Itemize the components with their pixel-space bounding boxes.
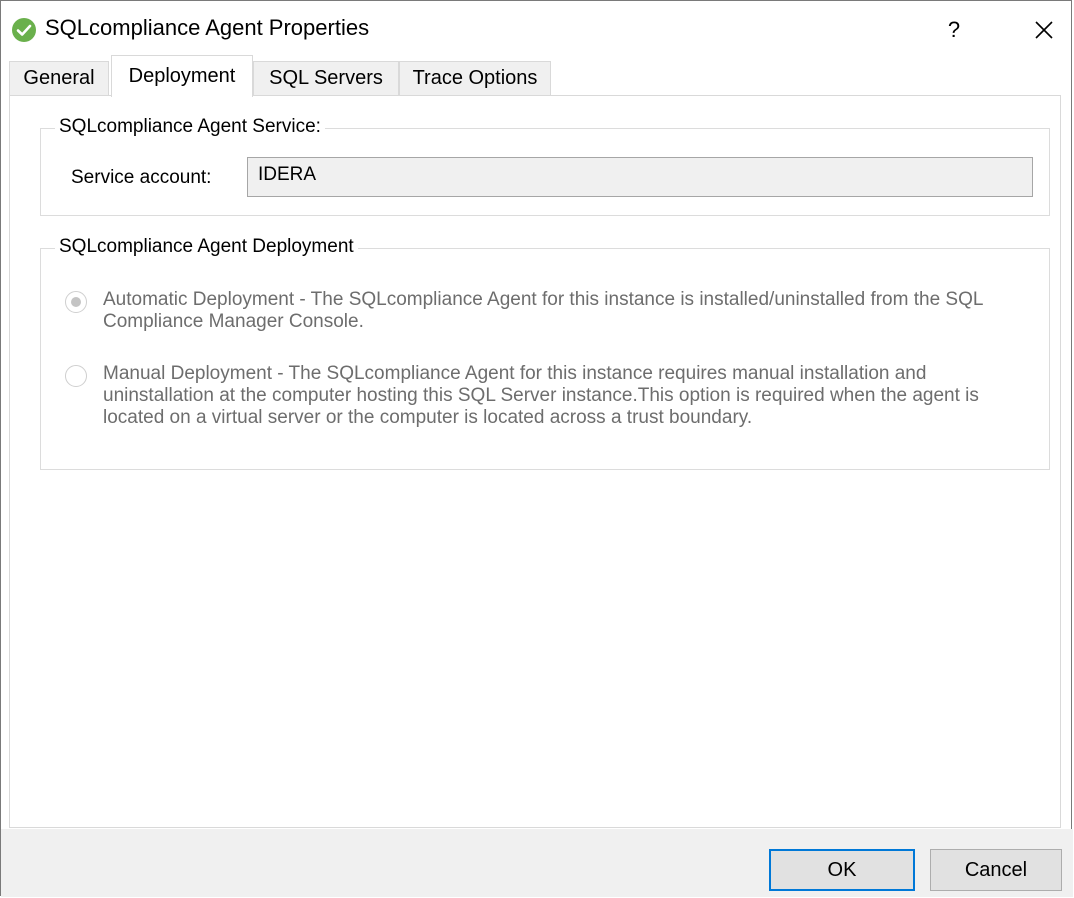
tab-sql-servers[interactable]: SQL Servers	[253, 61, 399, 95]
service-account-label: Service account:	[71, 167, 212, 188]
properties-dialog: SQLcompliance Agent Properties ? General…	[0, 0, 1073, 897]
tab-trace-options[interactable]: Trace Options	[399, 61, 551, 95]
deployment-group-legend: SQLcompliance Agent Deployment	[55, 236, 358, 258]
ok-button[interactable]: OK	[769, 849, 915, 891]
tab-strip: General Deployment SQL Servers Trace Opt…	[9, 55, 1063, 97]
tab-general[interactable]: General	[9, 61, 109, 95]
deployment-tab-page: SQLcompliance Agent Service: Service acc…	[9, 95, 1061, 828]
help-button[interactable]: ?	[931, 9, 977, 51]
check-circle-icon	[12, 18, 36, 42]
service-account-field[interactable]: IDERA	[247, 157, 1033, 197]
service-group: SQLcompliance Agent Service: Service acc…	[40, 116, 1050, 216]
automatic-deployment-option[interactable]: Automatic Deployment - The SQLcompliance…	[65, 289, 1025, 349]
tab-deployment[interactable]: Deployment	[111, 55, 253, 97]
automatic-deployment-radio[interactable]	[65, 291, 87, 313]
service-group-legend: SQLcompliance Agent Service:	[55, 116, 325, 138]
cancel-button[interactable]: Cancel	[930, 849, 1062, 891]
window-title: SQLcompliance Agent Properties	[45, 15, 370, 40]
manual-deployment-label: Manual Deployment - The SQLcompliance Ag…	[103, 363, 979, 428]
manual-deployment-option[interactable]: Manual Deployment - The SQLcompliance Ag…	[65, 363, 1025, 453]
deployment-group: SQLcompliance Agent Deployment Automatic…	[40, 236, 1050, 470]
close-button[interactable]	[1019, 9, 1069, 51]
manual-deployment-radio[interactable]	[65, 365, 87, 387]
automatic-deployment-label: Automatic Deployment - The SQLcompliance…	[103, 289, 983, 332]
close-icon	[1035, 21, 1053, 39]
dialog-footer: OK Cancel	[1, 829, 1073, 897]
title-bar: SQLcompliance Agent Properties ?	[1, 1, 1071, 59]
